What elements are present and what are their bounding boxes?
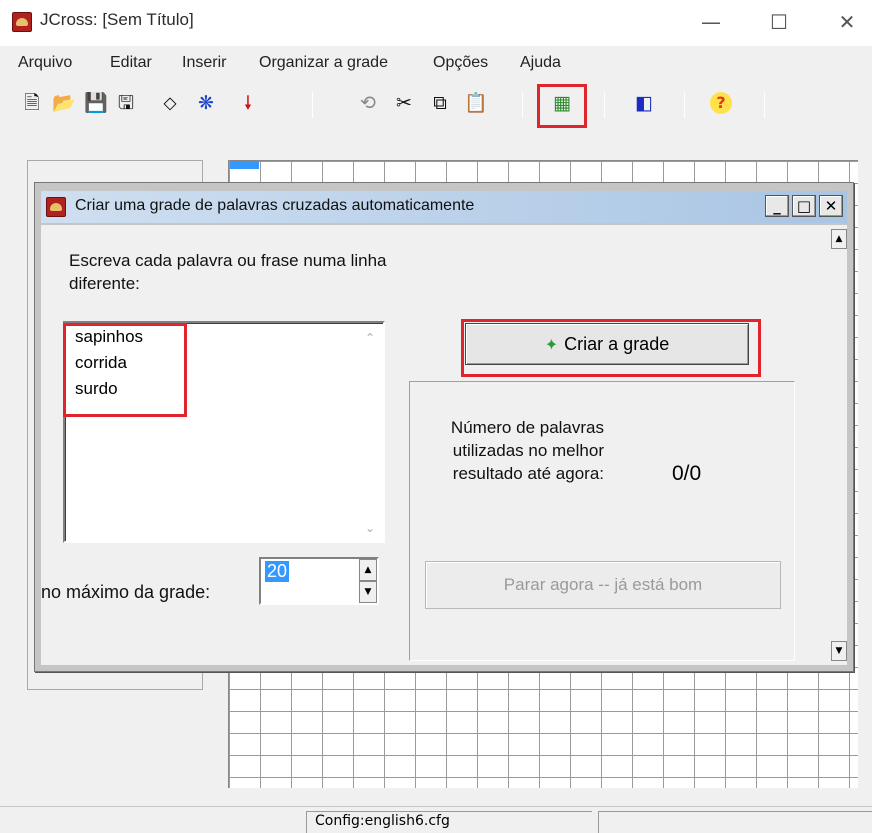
spin-down-icon[interactable]: ▼ [359,581,377,603]
status-bar: Config:english6.cfg [0,806,872,833]
dialog-scroll-down-icon[interactable]: ▼ [831,641,847,661]
dialog-minimize-button[interactable]: _ [765,195,789,217]
instructions-text: Escreva cada palavra ou frase numa linha… [69,251,387,293]
scroll-up-arrow-icon[interactable]: ⌃ [365,331,375,345]
result-label: Número de palavras utilizadas no melhor … [450,418,604,483]
settings-icon[interactable]: ◧ [632,90,656,116]
open-icon[interactable]: 📂 [52,90,76,116]
undo-icon[interactable]: ⟲ [356,90,380,116]
menu-bar: Arquivo Editar Inserir Organizar a grade… [0,54,872,80]
toolbar-separator [312,92,313,118]
red-arrow-icon[interactable]: 🠗 [236,90,260,116]
grid-selected-cell [230,161,259,169]
scroll-down-arrow-icon[interactable]: ⌄ [365,521,375,535]
toolbar-separator [604,92,605,118]
toolbar: 🗎 📂 💾 🖫 ⬦ ❋ 🠗 ⟲ ✂ ⧉ 📋 ▦ ◧ ? [0,84,872,128]
dialog-scrollbar[interactable]: ▲ ▼ [831,225,847,665]
save-as-icon[interactable]: 🖫 [114,90,138,116]
result-panel: Número de palavras utilizadas no melhor … [409,381,795,661]
eraser-icon[interactable]: ⬦ [158,90,182,116]
menu-opcoes[interactable]: Opções [433,54,488,72]
new-icon[interactable]: 🗎 [20,90,44,116]
dialog-app-icon [46,197,66,217]
dialog-scroll-up-icon[interactable]: ▲ [831,229,847,249]
title-bar: JCross: [Sem Título] — ☐ ✕ [0,0,872,46]
menu-organizar-grade[interactable]: Organizar a grade [259,54,388,72]
close-button[interactable]: ✕ [824,4,870,40]
app-icon [12,12,32,32]
auto-grid-dialog: Criar uma grade de palavras cruzadas aut… [34,182,854,672]
grid-size-spinner[interactable]: ▲ ▼ [359,559,377,603]
toolbar-separator [684,92,685,118]
auto-grid-highlight [537,84,587,128]
maximize-button[interactable]: ☐ [756,4,802,40]
menu-ajuda[interactable]: Ajuda [520,54,561,72]
toolbar-separator [522,92,523,118]
grid-size-label: no máximo da grade: [41,582,211,602]
toolbar-separator [764,92,765,118]
result-value: 0/0 [672,462,702,485]
dialog-body: Escreva cada palavra ou frase numa linha… [41,225,847,665]
stop-now-button[interactable]: Parar agora -- já está bom [425,561,781,609]
paste-icon[interactable]: 📋 [464,90,488,116]
window-title: JCross: [Sem Título] [40,10,194,29]
web-export-icon[interactable]: ❋ [194,90,218,116]
spin-up-icon[interactable]: ▲ [359,559,377,581]
dialog-title-bar: Criar uma grade de palavras cruzadas aut… [41,191,847,223]
minimize-button[interactable]: — [688,4,734,40]
dialog-maximize-button[interactable]: □ [792,195,816,217]
menu-arquivo[interactable]: Arquivo [18,54,72,72]
menu-editar[interactable]: Editar [110,54,152,72]
dialog-title: Criar uma grade de palavras cruzadas aut… [75,197,475,214]
create-button-highlight [461,319,761,377]
menu-inserir[interactable]: Inserir [182,54,226,72]
words-highlight [63,323,187,417]
grid-size-value: 20 [265,561,290,582]
dialog-close-button[interactable]: ✕ [819,195,843,217]
help-icon[interactable]: ? [710,92,732,114]
copy-icon[interactable]: ⧉ [428,90,452,116]
cut-icon[interactable]: ✂ [392,90,416,116]
save-icon[interactable]: 💾 [84,90,108,116]
